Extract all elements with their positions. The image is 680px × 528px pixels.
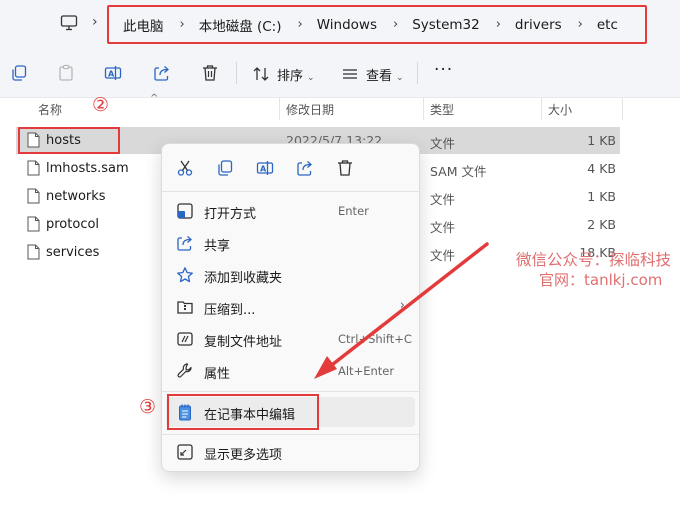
column-divider[interactable] bbox=[423, 98, 424, 120]
menu-item-add-favorite[interactable]: 添加到收藏夹 bbox=[166, 260, 415, 290]
chevron-down-icon: ⌄ bbox=[307, 73, 315, 83]
column-header-name[interactable]: 名称 bbox=[38, 98, 62, 120]
share-icon bbox=[177, 236, 192, 251]
menu-item-label: 添加到收藏夹 bbox=[204, 271, 283, 286]
star-icon bbox=[177, 267, 193, 283]
breadcrumb-item[interactable]: etc bbox=[583, 17, 618, 33]
step-2-marker: ② bbox=[92, 94, 110, 116]
toolbar-divider bbox=[417, 62, 418, 84]
rename-icon[interactable]: A bbox=[256, 159, 274, 177]
menu-divider bbox=[162, 434, 419, 435]
menu-item-copy-path[interactable]: 复制文件地址 Ctrl+Shift+C bbox=[166, 324, 415, 354]
more-options-icon bbox=[177, 444, 193, 460]
svg-text:A: A bbox=[108, 70, 115, 79]
view-label: 查看 bbox=[366, 69, 393, 84]
share-icon[interactable] bbox=[153, 64, 171, 82]
breadcrumb: 此电脑 › 本地磁盘 (C:) › Windows › System32 › d… bbox=[107, 5, 647, 44]
wrench-icon bbox=[177, 363, 192, 378]
address-bar: › 此电脑 › 本地磁盘 (C:) › Windows › System32 ›… bbox=[0, 0, 680, 48]
file-size: 1 KB bbox=[587, 189, 616, 204]
column-divider[interactable] bbox=[541, 98, 542, 120]
menu-item-label: 压缩到... bbox=[204, 303, 256, 318]
menu-item-share[interactable]: 共享 bbox=[166, 228, 415, 258]
breadcrumb-item[interactable]: Windows bbox=[303, 17, 377, 33]
notepad-highlight-box bbox=[167, 394, 319, 430]
file-name: protocol bbox=[46, 217, 100, 232]
command-bar: A 排序 ⌄ 查看 ⌄ ··· bbox=[0, 48, 680, 98]
column-header-modified[interactable]: 修改日期 bbox=[286, 98, 334, 120]
chevron-right-icon[interactable]: › bbox=[164, 17, 185, 32]
sort-label: 排序 bbox=[277, 69, 304, 84]
chevron-right-icon[interactable]: › bbox=[92, 14, 98, 30]
breadcrumb-item[interactable]: 此电脑 bbox=[109, 15, 164, 35]
file-type: 文件 bbox=[430, 136, 456, 151]
chevron-right-icon[interactable]: › bbox=[282, 17, 303, 32]
chevron-right-icon: › bbox=[399, 298, 405, 313]
menu-item-shortcut: Alt+Enter bbox=[338, 364, 395, 378]
breadcrumb-item[interactable]: drivers bbox=[501, 17, 562, 33]
menu-divider bbox=[162, 191, 419, 192]
delete-icon[interactable] bbox=[336, 159, 354, 177]
menu-item-label: 打开方式 bbox=[204, 207, 257, 222]
step-3-marker: ③ bbox=[139, 396, 157, 418]
sort-icon[interactable] bbox=[252, 65, 270, 83]
file-name: services bbox=[46, 245, 100, 260]
chevron-right-icon[interactable]: › bbox=[480, 17, 501, 32]
menu-item-compress[interactable]: 压缩到... › bbox=[166, 292, 415, 322]
menu-divider bbox=[162, 391, 419, 392]
column-divider[interactable] bbox=[622, 98, 623, 120]
file-name: networks bbox=[46, 189, 106, 204]
chevron-right-icon[interactable]: › bbox=[562, 17, 583, 32]
copy-path-icon bbox=[177, 332, 193, 346]
paste-icon[interactable] bbox=[57, 64, 75, 82]
copy-icon[interactable] bbox=[10, 64, 28, 82]
menu-item-label: 共享 bbox=[204, 239, 231, 254]
delete-icon[interactable] bbox=[201, 64, 219, 82]
file-icon bbox=[27, 244, 40, 260]
share-icon[interactable] bbox=[296, 159, 314, 177]
breadcrumb-item[interactable]: 本地磁盘 (C:) bbox=[185, 15, 282, 35]
sort-button[interactable]: 排序 ⌄ bbox=[277, 65, 315, 84]
menu-item-properties[interactable]: 属性 Alt+Enter bbox=[166, 356, 415, 386]
chevron-down-icon: ⌄ bbox=[396, 73, 404, 83]
more-options-button[interactable]: ··· bbox=[434, 60, 453, 80]
zip-icon bbox=[177, 301, 193, 314]
file-size: 4 KB bbox=[587, 161, 616, 176]
menu-item-open-with[interactable]: 打开方式 Enter bbox=[166, 196, 415, 226]
breadcrumb-item[interactable]: System32 bbox=[398, 17, 480, 33]
menu-item-label: 复制文件地址 bbox=[204, 335, 283, 350]
file-type: SAM 文件 bbox=[430, 164, 487, 179]
menu-item-label: 属性 bbox=[204, 367, 231, 382]
watermark-line-1: 微信公众号：探临科技 bbox=[516, 251, 672, 269]
view-icon[interactable] bbox=[341, 65, 359, 83]
watermark-line-2: 官网：tanlkj.com bbox=[539, 271, 663, 289]
file-icon bbox=[27, 160, 40, 176]
chevron-right-icon[interactable]: › bbox=[377, 17, 398, 32]
file-size: 2 KB bbox=[587, 217, 616, 232]
column-header-size[interactable]: 大小 bbox=[548, 98, 572, 120]
file-type: 文件 bbox=[430, 220, 456, 235]
toolbar-divider bbox=[236, 62, 237, 84]
open-with-icon bbox=[177, 203, 193, 219]
file-icon bbox=[27, 216, 40, 232]
rename-icon[interactable]: A bbox=[104, 64, 122, 82]
file-type: 文件 bbox=[430, 248, 456, 263]
menu-item-label: 显示更多选项 bbox=[204, 448, 283, 463]
menu-item-show-more-options[interactable]: 显示更多选项 bbox=[166, 437, 415, 467]
file-size: 1 KB bbox=[587, 133, 616, 148]
menu-item-shortcut: Ctrl+Shift+C bbox=[338, 332, 412, 346]
copy-icon[interactable] bbox=[216, 159, 234, 177]
this-pc-icon[interactable] bbox=[60, 14, 78, 32]
hosts-highlight-box bbox=[18, 127, 120, 154]
column-divider[interactable] bbox=[279, 98, 280, 120]
file-icon bbox=[27, 188, 40, 204]
sort-ascending-icon: ^ bbox=[150, 93, 159, 104]
view-button[interactable]: 查看 ⌄ bbox=[366, 65, 404, 84]
menu-item-shortcut: Enter bbox=[338, 204, 369, 218]
cut-icon[interactable] bbox=[176, 159, 194, 177]
file-type: 文件 bbox=[430, 192, 456, 207]
column-header-type[interactable]: 类型 bbox=[430, 98, 454, 120]
file-name: lmhosts.sam bbox=[46, 161, 129, 176]
svg-text:A: A bbox=[260, 165, 267, 174]
